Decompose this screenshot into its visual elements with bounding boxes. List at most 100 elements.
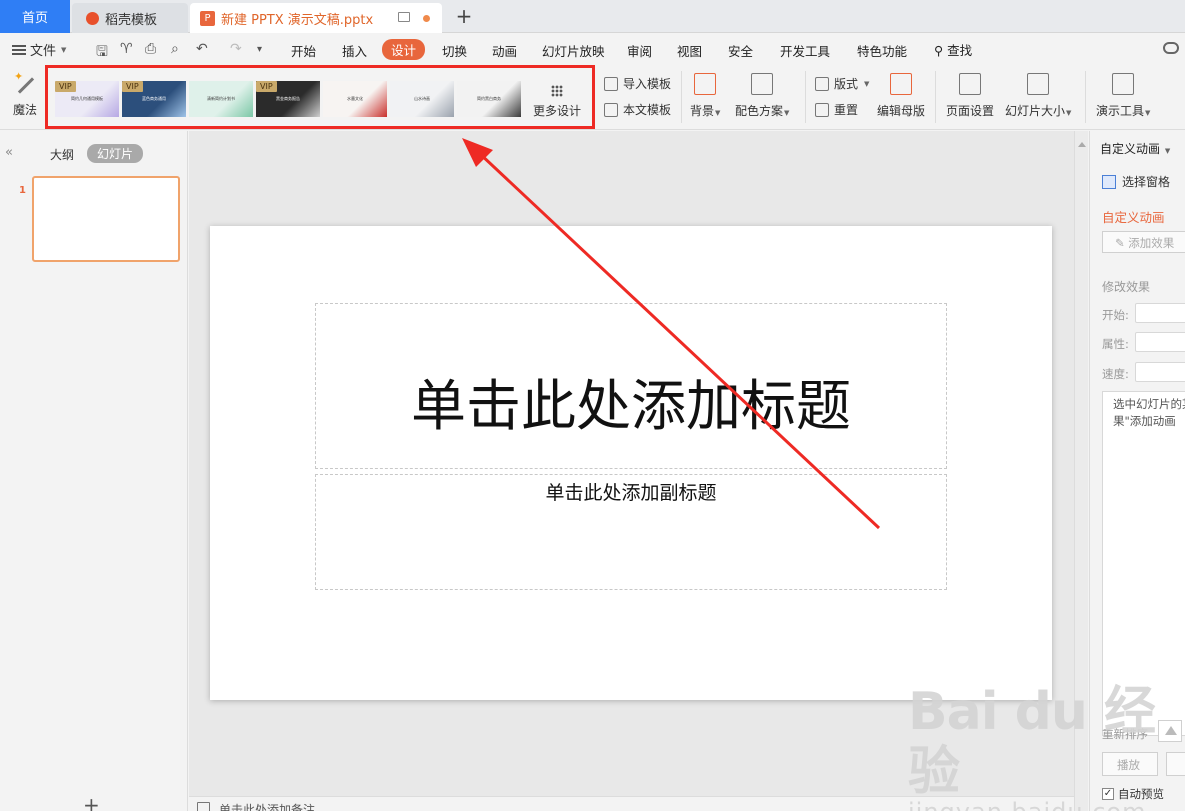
template-thumbnail[interactable]: VIP 蓝色商务通用: [122, 81, 186, 117]
subtitle-placeholder[interactable]: 单击此处添加副标题: [315, 474, 947, 590]
watermark-url: jingyan.baidu.com: [908, 798, 1185, 811]
this-template-label: 本文模板: [623, 103, 672, 117]
menu-animation[interactable]: 动画: [492, 41, 517, 60]
edit-master-button[interactable]: 编辑母版: [877, 73, 925, 119]
presentation-tools-button[interactable]: 演示工具▼: [1096, 73, 1150, 119]
vip-badge: VIP: [55, 81, 76, 92]
selection-pane-label: 选择窗格: [1122, 175, 1171, 189]
reset-button[interactable]: 重置: [815, 101, 858, 118]
menu-bar: 文件 ▼ 🖫 ♈ ⎙ ⌕ ↶ ↷ ▾ 开始 插入 设计 切换 动画 幻灯片放映 …: [0, 33, 1185, 65]
save-icon[interactable]: 🖫: [96, 41, 108, 65]
template-thumbnail[interactable]: VIP 简约几何通用模板: [55, 81, 119, 117]
this-template-button[interactable]: 本文模板: [604, 101, 671, 118]
color-scheme-label: 配色方案: [735, 104, 784, 118]
tab-home[interactable]: 首页: [0, 0, 70, 33]
slide-size-button[interactable]: 幻灯片大小▼: [1005, 73, 1071, 119]
menu-start[interactable]: 开始: [291, 41, 316, 60]
template-caption: 黑金商务报告: [276, 96, 300, 101]
menu-security[interactable]: 安全: [728, 41, 753, 60]
quick-access-more-icon[interactable]: ▾: [257, 44, 262, 55]
color-scheme-button[interactable]: 配色方案▼: [735, 73, 789, 119]
slide-panel: « 大纲 幻灯片 1 +: [0, 131, 188, 811]
menu-design[interactable]: 设计: [382, 39, 426, 60]
format-painter-icon[interactable]: ♈: [120, 41, 133, 57]
template-thumbnail[interactable]: 清新简约计划书: [189, 81, 253, 117]
menu-features[interactable]: 特色功能: [857, 41, 907, 60]
ribbon-divider: [805, 71, 806, 123]
speed-select[interactable]: [1135, 362, 1185, 382]
title-placeholder-text: 单击此处添加标题: [410, 374, 851, 438]
monitor-icon[interactable]: [398, 12, 410, 22]
pencil-icon: ✎: [1115, 236, 1125, 250]
file-menu-button[interactable]: 文件 ▼: [12, 40, 66, 59]
watermark-brand: Bai du 经验: [908, 682, 1156, 802]
background-button[interactable]: 背景▼: [690, 73, 720, 119]
menu-search[interactable]: ⚲ 查找: [934, 40, 972, 59]
slide-thumbnail[interactable]: [32, 176, 180, 262]
property-select[interactable]: [1135, 332, 1185, 352]
undo-icon[interactable]: ↶: [196, 41, 208, 57]
page-setup-button[interactable]: 页面设置: [946, 73, 994, 119]
design-ribbon: 魔法 VIP 简约几何通用模板 VIP 蓝色商务通用 清新简约计划书 VIP 黑…: [0, 65, 1185, 130]
subtitle-placeholder-text: 单击此处添加副标题: [545, 482, 717, 504]
slide-size-label: 幻灯片大小: [1005, 104, 1066, 118]
reset-label: 重置: [834, 103, 859, 117]
import-template-label: 导入模板: [623, 77, 672, 91]
start-select[interactable]: [1135, 303, 1185, 323]
tab-daoke-templates[interactable]: 稻壳模板: [72, 3, 188, 33]
template-caption: 山水诗画: [414, 96, 430, 101]
presentation-tools-icon: [1112, 73, 1135, 95]
slide-number: 1: [19, 185, 26, 196]
menu-transition[interactable]: 切换: [442, 41, 467, 60]
print-icon[interactable]: ⎙: [145, 41, 156, 57]
redo-icon[interactable]: ↷: [230, 41, 242, 57]
layout-label: 版式: [834, 77, 859, 91]
cloud-sync-icon[interactable]: [1163, 42, 1179, 54]
chevron-down-icon: ▼: [1066, 109, 1072, 117]
menu-developer[interactable]: 开发工具: [780, 41, 830, 60]
file-menu-label: 文件: [30, 44, 57, 59]
template-caption: 简约几何通用模板: [71, 96, 103, 101]
layout-button[interactable]: 版式 ▼: [815, 75, 869, 92]
template-caption: 清新简约计划书: [207, 96, 235, 101]
chevron-down-icon: ▼: [1164, 147, 1171, 155]
speed-label: 速度:: [1102, 367, 1129, 381]
more-design-button[interactable]: 更多设计: [528, 85, 586, 119]
import-template-button[interactable]: 导入模板: [604, 75, 671, 92]
title-placeholder[interactable]: 单击此处添加标题: [315, 303, 947, 469]
tab-bar: 首页 稻壳模板 P 新建 PPTX 演示文稿.pptx +: [0, 0, 1185, 34]
scroll-up-icon[interactable]: [1078, 142, 1086, 147]
pane-header[interactable]: 自定义动画 ▼: [1100, 140, 1170, 157]
new-tab-button[interactable]: +: [452, 3, 476, 31]
template-thumbnail[interactable]: VIP 黑金商务报告: [256, 81, 320, 117]
tab-document[interactable]: P 新建 PPTX 演示文稿.pptx: [190, 3, 442, 34]
slide[interactable]: 单击此处添加标题 单击此处添加副标题: [210, 226, 1052, 700]
menu-slideshow[interactable]: 幻灯片放映: [542, 41, 605, 60]
edit-master-label: 编辑母版: [877, 104, 926, 118]
chevron-down-icon: ▼: [1145, 109, 1151, 117]
import-template-icon: [604, 76, 618, 91]
tab-outline[interactable]: 大纲: [50, 146, 74, 163]
menu-search-label: 查找: [947, 43, 973, 58]
selection-pane-button[interactable]: 选择窗格: [1102, 173, 1170, 190]
daoke-logo-icon: [86, 11, 99, 25]
tab-slides[interactable]: 幻灯片: [87, 144, 144, 163]
baidu-watermark: Bai du 经验 jingyan.baidu.com: [908, 682, 1185, 811]
template-gallery: VIP 简约几何通用模板 VIP 蓝色商务通用 清新简约计划书 VIP 黑金商务…: [45, 65, 595, 129]
chevron-down-icon: ▼: [784, 109, 790, 117]
tab-home-label: 首页: [21, 11, 48, 26]
template-thumbnail[interactable]: 水墨文化: [323, 81, 387, 117]
template-thumbnail[interactable]: 简约黑白商务: [457, 81, 521, 117]
hamburger-icon: [12, 44, 26, 55]
template-thumbnail[interactable]: 山水诗画: [390, 81, 454, 117]
magic-label: 魔法: [12, 103, 37, 117]
menu-insert[interactable]: 插入: [342, 41, 367, 60]
menu-view[interactable]: 视图: [677, 41, 702, 60]
print-preview-icon[interactable]: ⌕: [171, 41, 179, 57]
collapse-panel-icon[interactable]: «: [5, 145, 13, 160]
add-slide-button[interactable]: +: [83, 793, 100, 811]
menu-review[interactable]: 审阅: [627, 41, 652, 60]
magic-button[interactable]: 魔法: [10, 70, 40, 118]
more-design-label: 更多设计: [532, 104, 581, 118]
add-effect-button[interactable]: ✎ 添加效果: [1102, 231, 1185, 253]
